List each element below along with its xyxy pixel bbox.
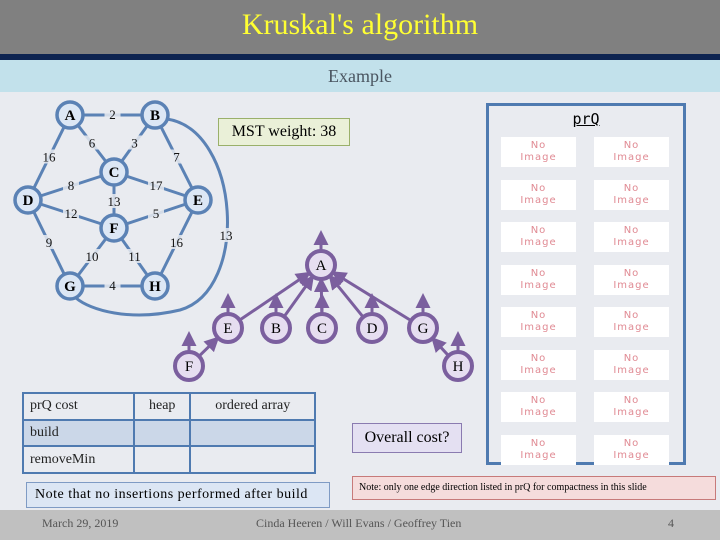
edge-weight-label: 8 xyxy=(68,178,75,193)
edge-weight-label: 2 xyxy=(109,107,116,122)
prq-title: prQ xyxy=(572,110,600,128)
no-image-placeholder: No Image xyxy=(501,392,576,422)
edge-weight-label: 11 xyxy=(128,249,141,264)
table-cell: build xyxy=(22,418,135,448)
footer-date: March 29, 2019 xyxy=(42,516,119,530)
uf-node-label: E xyxy=(223,321,232,337)
graph-node-label: G xyxy=(64,279,76,295)
uf-node-label: A xyxy=(316,258,327,274)
table-header-row: prQ cost heap ordered array xyxy=(22,392,316,421)
footer-authors: Cinda Heeren / Will Evans / Geoffrey Tie… xyxy=(256,516,462,530)
graph-node-label: D xyxy=(23,193,34,209)
parent-pointer xyxy=(282,274,315,318)
edge-weight-label: 3 xyxy=(131,136,138,151)
edge-weight-label: 16 xyxy=(43,150,57,165)
edge-weight-label: 10 xyxy=(86,249,99,264)
no-image-placeholder: No Image xyxy=(501,222,576,252)
graph-node-label: B xyxy=(150,108,160,124)
uf-node-label: B xyxy=(271,321,281,337)
uf-node-label: H xyxy=(453,359,464,375)
no-image-placeholder: No Image xyxy=(594,137,669,167)
uf-node-label: F xyxy=(185,359,193,375)
table-cell: removeMin xyxy=(22,445,135,474)
table-cell xyxy=(189,418,316,448)
table-header: ordered array xyxy=(189,392,316,421)
mst-weight-label: MST weight: 38 xyxy=(218,118,350,146)
edge-weight-label: 13 xyxy=(220,228,233,243)
page-number: 4 xyxy=(668,516,674,530)
edge-weight-label: 17 xyxy=(150,178,164,193)
table-cell xyxy=(132,418,192,448)
table-row: removeMin xyxy=(22,445,316,474)
table-header: prQ cost xyxy=(22,392,135,421)
overall-cost-label: Overall cost? xyxy=(352,423,462,453)
no-image-placeholder: No Image xyxy=(501,179,576,210)
uf-node-label: D xyxy=(367,321,378,337)
no-image-placeholder: No Image xyxy=(594,179,669,210)
table-cell xyxy=(189,445,316,474)
table-header: heap xyxy=(132,392,192,421)
no-image-placeholder: No Image xyxy=(594,392,669,422)
graph-node-label: F xyxy=(109,221,118,237)
no-image-placeholder: No Image xyxy=(501,307,576,337)
edge-weight-label: 9 xyxy=(46,235,53,250)
parent-pointer xyxy=(431,336,450,357)
table-cell xyxy=(132,445,192,474)
no-image-placeholder: No Image xyxy=(594,222,669,252)
edge-weight-label: 6 xyxy=(89,136,96,151)
no-image-placeholder: No Image xyxy=(501,434,576,465)
no-image-placeholder: No Image xyxy=(501,349,576,380)
no-image-placeholder: No Image xyxy=(501,264,576,295)
no-image-placeholder: No Image xyxy=(594,307,669,337)
graph-node-label: C xyxy=(109,165,120,181)
edge-weight-label: 12 xyxy=(65,206,78,221)
uf-node-label: C xyxy=(317,321,327,337)
edge-direction-note: Note: only one edge direction listed in … xyxy=(352,476,716,500)
graph-node-label: H xyxy=(149,279,161,295)
edge-weight-label: 4 xyxy=(109,278,116,293)
no-image-placeholder: No Image xyxy=(594,349,669,380)
edge-weight-label: 16 xyxy=(170,235,184,250)
priority-queue-panel: prQ No Image No Image No Image No Image No Image N… xyxy=(486,103,686,465)
parent-pointer xyxy=(328,274,365,319)
graph-node-label: E xyxy=(193,193,203,209)
edge-weight-label: 5 xyxy=(153,206,160,221)
prq-cost-table: prQ cost heap ordered array build remove… xyxy=(22,392,316,474)
edge-weight-label: 7 xyxy=(173,150,180,165)
parent-pointer xyxy=(197,336,220,358)
no-image-placeholder: No Image xyxy=(594,264,669,295)
no-image-placeholder: No Image xyxy=(594,434,669,465)
insertions-note: Note that no insertions performed after … xyxy=(26,482,330,508)
graph-node-label: A xyxy=(65,108,76,124)
uf-node-label: G xyxy=(418,321,429,337)
table-row: build xyxy=(22,418,316,448)
no-image-placeholder: No Image xyxy=(501,137,576,167)
edge-weight-label: 13 xyxy=(108,194,121,209)
